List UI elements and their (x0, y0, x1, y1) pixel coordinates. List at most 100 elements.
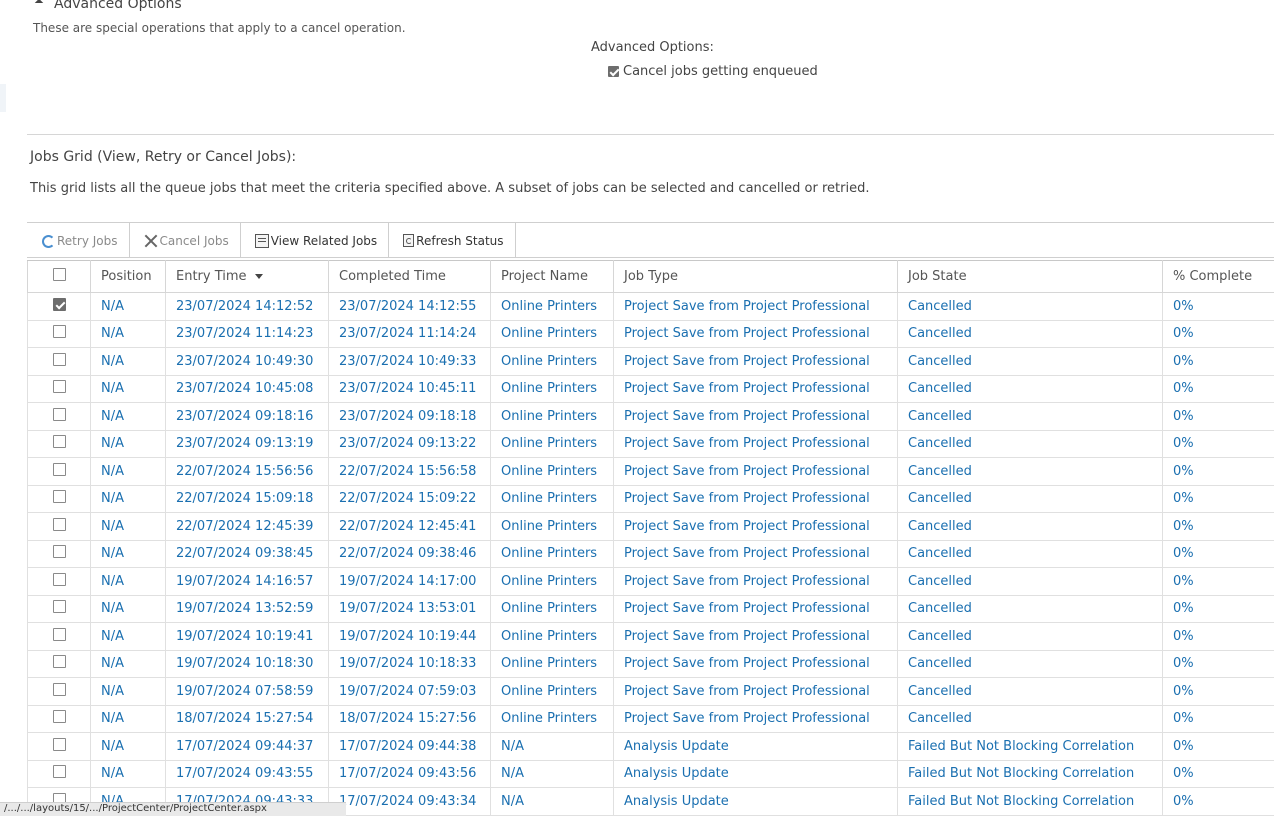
cell-job-state[interactable]: Cancelled (897, 429, 1163, 458)
cell-entry-time[interactable]: 18/07/2024 15:27:54 (165, 704, 329, 733)
cell-percent-complete[interactable]: 0% (1162, 622, 1274, 651)
cell-job-type[interactable]: Project Save from Project Professional (613, 319, 898, 348)
cell-job-type[interactable]: Project Save from Project Professional (613, 429, 898, 458)
cell-entry-time[interactable]: 19/07/2024 13:52:59 (165, 594, 329, 623)
column-header-percent-complete[interactable]: % Complete (1162, 260, 1274, 293)
cell-entry-time[interactable]: 23/07/2024 09:18:16 (165, 402, 329, 431)
cell-project-name[interactable]: N/A (490, 759, 614, 788)
cell-project-name[interactable]: Online Printers (490, 567, 614, 596)
cell-position[interactable]: N/A (90, 759, 166, 788)
cell-project-name[interactable]: Online Printers (490, 704, 614, 733)
cell-job-type[interactable]: Project Save from Project Professional (613, 292, 898, 321)
cell-percent-complete[interactable]: 0% (1162, 677, 1274, 706)
cell-project-name[interactable]: Online Printers (490, 402, 614, 431)
cell-entry-time[interactable]: 22/07/2024 09:38:45 (165, 539, 329, 568)
cell-completed-time[interactable]: 17/07/2024 09:44:38 (328, 732, 491, 761)
cell-position[interactable]: N/A (90, 512, 166, 541)
cell-position[interactable]: N/A (90, 374, 166, 403)
cell-job-state[interactable]: Cancelled (897, 457, 1163, 486)
row-select-checkbox[interactable] (52, 297, 66, 311)
cell-job-state[interactable]: Failed But Not Blocking Correlation (897, 787, 1163, 816)
select-all-checkbox[interactable] (52, 268, 66, 281)
cell-position[interactable]: N/A (90, 594, 166, 623)
table-row[interactable]: N/A 22/07/2024 15:09:18 22/07/2024 15:09:2… (27, 484, 1274, 513)
cell-project-name[interactable]: Online Printers (490, 539, 614, 568)
column-header-entry-time[interactable]: Entry Time (165, 260, 329, 293)
cell-job-state[interactable]: Failed But Not Blocking Correlation (897, 732, 1163, 761)
cell-job-type[interactable]: Project Save from Project Professional (613, 622, 898, 651)
row-select-cell[interactable] (27, 292, 91, 321)
row-select-cell[interactable] (27, 567, 91, 596)
cell-entry-time[interactable]: 17/07/2024 09:44:37 (165, 732, 329, 761)
cell-percent-complete[interactable]: 0% (1162, 402, 1274, 431)
table-row[interactable]: N/A 19/07/2024 07:58:59 19/07/2024 07:59:0… (27, 677, 1274, 706)
cancel-jobs-button[interactable]: Cancel Jobs (130, 223, 241, 258)
cell-job-state[interactable]: Cancelled (897, 292, 1163, 321)
cell-position[interactable]: N/A (90, 567, 166, 596)
cell-project-name[interactable]: Online Printers (490, 292, 614, 321)
row-select-checkbox[interactable] (52, 490, 66, 504)
cell-job-type[interactable]: Project Save from Project Professional (613, 374, 898, 403)
cell-entry-time[interactable]: 19/07/2024 10:18:30 (165, 649, 329, 678)
row-select-checkbox[interactable] (52, 545, 66, 559)
cell-entry-time[interactable]: 23/07/2024 10:49:30 (165, 347, 329, 376)
cell-completed-time[interactable]: 23/07/2024 10:45:11 (328, 374, 491, 403)
row-select-cell[interactable] (27, 539, 91, 568)
row-select-checkbox[interactable] (52, 462, 66, 476)
column-header-position[interactable]: Position (90, 260, 166, 293)
cell-position[interactable]: N/A (90, 704, 166, 733)
cell-completed-time[interactable]: 17/07/2024 09:43:34 (328, 787, 491, 816)
cell-percent-complete[interactable]: 0% (1162, 567, 1274, 596)
cell-completed-time[interactable]: 22/07/2024 15:56:58 (328, 457, 491, 486)
cell-position[interactable]: N/A (90, 622, 166, 651)
cell-completed-time[interactable]: 23/07/2024 09:18:18 (328, 402, 491, 431)
column-header-completed-time[interactable]: Completed Time (328, 260, 491, 293)
table-row[interactable]: N/A 17/07/2024 09:43:55 17/07/2024 09:43:5… (27, 759, 1274, 788)
row-select-cell[interactable] (27, 484, 91, 513)
cell-percent-complete[interactable]: 0% (1162, 374, 1274, 403)
cell-job-state[interactable]: Cancelled (897, 649, 1163, 678)
cell-job-type[interactable]: Project Save from Project Professional (613, 347, 898, 376)
collapse-triangle-icon[interactable] (34, 0, 44, 8)
cell-project-name[interactable]: Online Printers (490, 374, 614, 403)
table-row[interactable]: N/A 23/07/2024 09:13:19 23/07/2024 09:13:2… (27, 429, 1274, 458)
cell-job-state[interactable]: Cancelled (897, 622, 1163, 651)
cell-project-name[interactable]: N/A (490, 732, 614, 761)
row-select-cell[interactable] (27, 402, 91, 431)
cell-project-name[interactable]: Online Printers (490, 429, 614, 458)
row-select-checkbox[interactable] (52, 352, 66, 366)
cell-job-state[interactable]: Cancelled (897, 484, 1163, 513)
cell-project-name[interactable]: Online Printers (490, 457, 614, 486)
cell-project-name[interactable]: N/A (490, 787, 614, 816)
cell-project-name[interactable]: Online Printers (490, 594, 614, 623)
table-row[interactable]: N/A 18/07/2024 15:27:54 18/07/2024 15:27:5… (27, 704, 1274, 733)
cell-completed-time[interactable]: 17/07/2024 09:43:56 (328, 759, 491, 788)
cell-percent-complete[interactable]: 0% (1162, 594, 1274, 623)
table-row[interactable]: N/A 23/07/2024 10:45:08 23/07/2024 10:45:1… (27, 374, 1274, 403)
table-row[interactable]: N/A 22/07/2024 12:45:39 22/07/2024 12:45:4… (27, 512, 1274, 541)
column-header-job-state[interactable]: Job State (897, 260, 1163, 293)
cell-completed-time[interactable]: 22/07/2024 12:45:41 (328, 512, 491, 541)
cell-percent-complete[interactable]: 0% (1162, 787, 1274, 816)
cell-completed-time[interactable]: 23/07/2024 14:12:55 (328, 292, 491, 321)
cell-completed-time[interactable]: 18/07/2024 15:27:56 (328, 704, 491, 733)
cell-percent-complete[interactable]: 0% (1162, 704, 1274, 733)
row-select-cell[interactable] (27, 732, 91, 761)
cell-entry-time[interactable]: 22/07/2024 15:56:56 (165, 457, 329, 486)
cell-job-state[interactable]: Cancelled (897, 374, 1163, 403)
cell-project-name[interactable]: Online Printers (490, 319, 614, 348)
cell-percent-complete[interactable]: 0% (1162, 292, 1274, 321)
row-select-checkbox[interactable] (52, 737, 66, 751)
cell-job-state[interactable]: Cancelled (897, 512, 1163, 541)
cell-percent-complete[interactable]: 0% (1162, 429, 1274, 458)
row-select-checkbox[interactable] (52, 380, 66, 394)
cell-entry-time[interactable]: 19/07/2024 14:16:57 (165, 567, 329, 596)
view-related-jobs-button[interactable]: View Related Jobs (241, 223, 390, 258)
cell-entry-time[interactable]: 23/07/2024 10:45:08 (165, 374, 329, 403)
cell-job-state[interactable]: Failed But Not Blocking Correlation (897, 759, 1163, 788)
cell-job-type[interactable]: Project Save from Project Professional (613, 402, 898, 431)
table-row[interactable]: N/A 19/07/2024 13:52:59 19/07/2024 13:53:0… (27, 594, 1274, 623)
table-row[interactable]: N/A 23/07/2024 11:14:23 23/07/2024 11:14:2… (27, 319, 1274, 348)
cell-completed-time[interactable]: 23/07/2024 09:13:22 (328, 429, 491, 458)
cell-job-type[interactable]: Project Save from Project Professional (613, 649, 898, 678)
